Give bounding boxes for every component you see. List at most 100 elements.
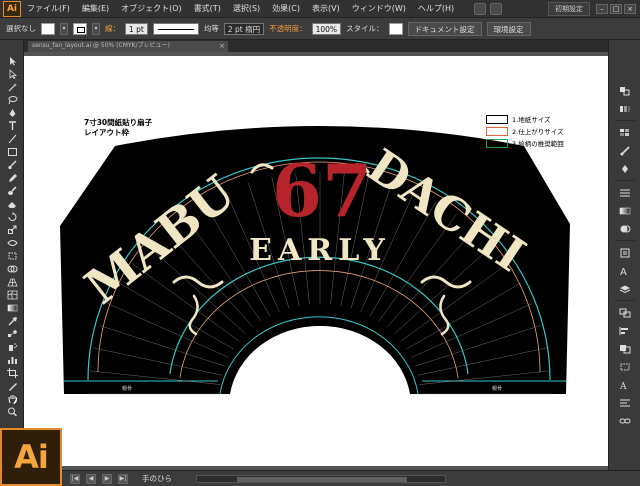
scrollbar-thumb[interactable] — [237, 476, 407, 482]
menu-effect[interactable]: 効果(C) — [266, 3, 306, 14]
menu-select[interactable]: 選択(S) — [227, 3, 266, 14]
artboard[interactable]: MABU DACHI EARLY 67 親骨 親骨 7寸30間紙貼り扇子 レイア… — [24, 56, 608, 466]
brushes-panel-icon[interactable] — [619, 146, 631, 156]
next-artboard-button[interactable]: ▶ — [102, 473, 112, 484]
menu-window[interactable]: ウィンドウ(W) — [346, 3, 412, 14]
maximize-button[interactable]: □ — [610, 3, 622, 14]
menu-bar: Ai ファイル(F) 編集(E) オブジェクト(O) 書式(T) 選択(S) 効… — [0, 0, 640, 18]
perspective-grid-tool-icon[interactable] — [7, 277, 18, 287]
symbols-panel-icon[interactable] — [619, 164, 631, 174]
menu-help[interactable]: ヘルプ(H) — [412, 3, 460, 14]
pencil-tool-icon[interactable] — [7, 173, 18, 183]
layers-panel-icon[interactable] — [619, 284, 631, 294]
artboard-tool-icon[interactable] — [7, 368, 18, 378]
profile-label: 均等 — [203, 24, 219, 33]
artboards-panel-icon[interactable] — [619, 308, 631, 318]
first-artboard-button[interactable]: |◀ — [70, 473, 80, 484]
brush-definition[interactable]: 2 pt 楕円 — [223, 22, 265, 35]
selection-tool-icon[interactable] — [7, 56, 18, 66]
lasso-tool-icon[interactable] — [7, 95, 18, 105]
svg-text:A: A — [620, 267, 627, 276]
control-bar: 選択なし ▾ ▾ 線： 1 pt 均等 2 pt 楕円 不透明度： 100% ス… — [0, 18, 640, 40]
magic-wand-tool-icon[interactable] — [7, 82, 18, 92]
artwork-number: 67 — [272, 148, 372, 233]
paragraph-panel-icon[interactable] — [619, 398, 631, 408]
stroke-weight-field[interactable]: 1 pt — [125, 22, 148, 35]
arrange-documents-icon[interactable] — [490, 2, 503, 15]
mesh-tool-icon[interactable] — [7, 290, 18, 300]
zoom-tool-icon[interactable] — [7, 407, 18, 417]
gradient-tool-icon[interactable] — [7, 303, 18, 313]
menu-view[interactable]: 表示(V) — [306, 3, 346, 14]
document-tab-bar: sensu_fan_layout.ai @ 50% (CMYK/プレビュー) × — [24, 40, 608, 52]
scale-tool-icon[interactable] — [7, 225, 18, 235]
canvas[interactable]: MABU DACHI EARLY 67 親骨 親骨 7寸30間紙貼り扇子 レイア… — [24, 52, 608, 470]
document-tab[interactable]: sensu_fan_layout.ai @ 50% (CMYK/プレビュー) × — [28, 41, 228, 52]
blob-brush-tool-icon[interactable] — [7, 186, 18, 196]
rectangle-tool-icon[interactable] — [7, 147, 18, 157]
gradient-panel-icon[interactable] — [619, 206, 631, 216]
rib-label-right: 親骨 — [492, 385, 502, 392]
preferences-button[interactable]: 環境設定 — [486, 21, 531, 36]
hand-tool-icon[interactable] — [7, 394, 18, 404]
bridge-icon[interactable] — [474, 2, 487, 15]
blend-tool-icon[interactable] — [7, 329, 18, 339]
legend-label: 2.仕上がりサイズ — [512, 128, 564, 136]
graphic-style-swatch[interactable] — [388, 22, 403, 35]
menu-file[interactable]: ファイル(F) — [21, 3, 76, 14]
stroke-panel-icon[interactable] — [619, 188, 631, 198]
character-panel-icon[interactable]: A — [619, 380, 631, 390]
legend-label: 1.地紙サイズ — [512, 116, 551, 124]
menu-type[interactable]: 書式(T) — [188, 3, 227, 14]
current-tool-status[interactable]: 手のひら — [142, 473, 172, 484]
eraser-tool-icon[interactable] — [7, 199, 18, 209]
graphic-styles-panel-icon[interactable]: A — [619, 266, 631, 276]
type-tool-icon[interactable] — [7, 121, 18, 131]
color-panel-icon[interactable] — [619, 86, 631, 96]
rotate-tool-icon[interactable] — [7, 212, 18, 222]
stroke-label[interactable]: 線： — [105, 23, 120, 34]
transparency-panel-icon[interactable] — [619, 224, 631, 234]
stroke-dropdown-icon[interactable]: ▾ — [92, 22, 100, 35]
align-panel-icon[interactable] — [619, 326, 631, 336]
opacity-field[interactable]: 100% — [311, 22, 342, 35]
width-tool-icon[interactable] — [7, 238, 18, 248]
selection-status: 選択なし — [6, 24, 36, 33]
close-button[interactable]: × — [624, 3, 636, 14]
document-setup-button[interactable]: ドキュメント設定 — [407, 21, 482, 36]
workspace-switcher[interactable]: 初期設定 — [548, 1, 590, 16]
line-tool-icon[interactable] — [7, 134, 18, 144]
legend: 1.地紙サイズ 2.仕上がりサイズ 3.絵柄の推奨範囲 — [486, 113, 564, 149]
column-graph-tool-icon[interactable] — [7, 355, 18, 365]
transform-panel-icon[interactable] — [619, 362, 631, 372]
menu-edit[interactable]: 編集(E) — [76, 3, 115, 14]
minimize-button[interactable]: – — [596, 3, 608, 14]
eyedropper-tool-icon[interactable] — [7, 316, 18, 326]
shape-builder-tool-icon[interactable] — [7, 264, 18, 274]
stroke-swatch[interactable] — [73, 22, 87, 35]
layout-caption: 7寸30間紙貼り扇子 レイアウト枠 — [84, 118, 152, 138]
pen-tool-icon[interactable] — [7, 108, 18, 118]
color-guide-icon[interactable] — [619, 104, 631, 114]
status-bar: |◀ ◀ ▶ ▶| 手のひら — [0, 470, 640, 486]
direct-selection-tool-icon[interactable] — [7, 69, 18, 79]
swatches-panel-icon[interactable] — [619, 128, 631, 138]
free-transform-tool-icon[interactable] — [7, 251, 18, 261]
opacity-label[interactable]: 不透明度： — [269, 23, 307, 34]
symbol-sprayer-tool-icon[interactable] — [7, 342, 18, 352]
paintbrush-tool-icon[interactable] — [7, 160, 18, 170]
dock-separator — [615, 240, 635, 241]
app-logo-icon: Ai — [3, 0, 21, 17]
slice-tool-icon[interactable] — [7, 381, 18, 391]
links-panel-icon[interactable] — [619, 416, 631, 426]
horizontal-scrollbar[interactable] — [196, 474, 446, 483]
menu-object[interactable]: オブジェクト(O) — [115, 3, 188, 14]
variable-width-profile[interactable] — [152, 22, 199, 35]
last-artboard-button[interactable]: ▶| — [118, 473, 128, 484]
appearance-panel-icon[interactable] — [619, 248, 631, 258]
previous-artboard-button[interactable]: ◀ — [86, 473, 96, 484]
fill-swatch[interactable] — [41, 22, 55, 35]
pathfinder-panel-icon[interactable] — [619, 344, 631, 354]
fill-dropdown-icon[interactable]: ▾ — [60, 22, 68, 35]
close-tab-icon[interactable]: × — [219, 41, 225, 51]
